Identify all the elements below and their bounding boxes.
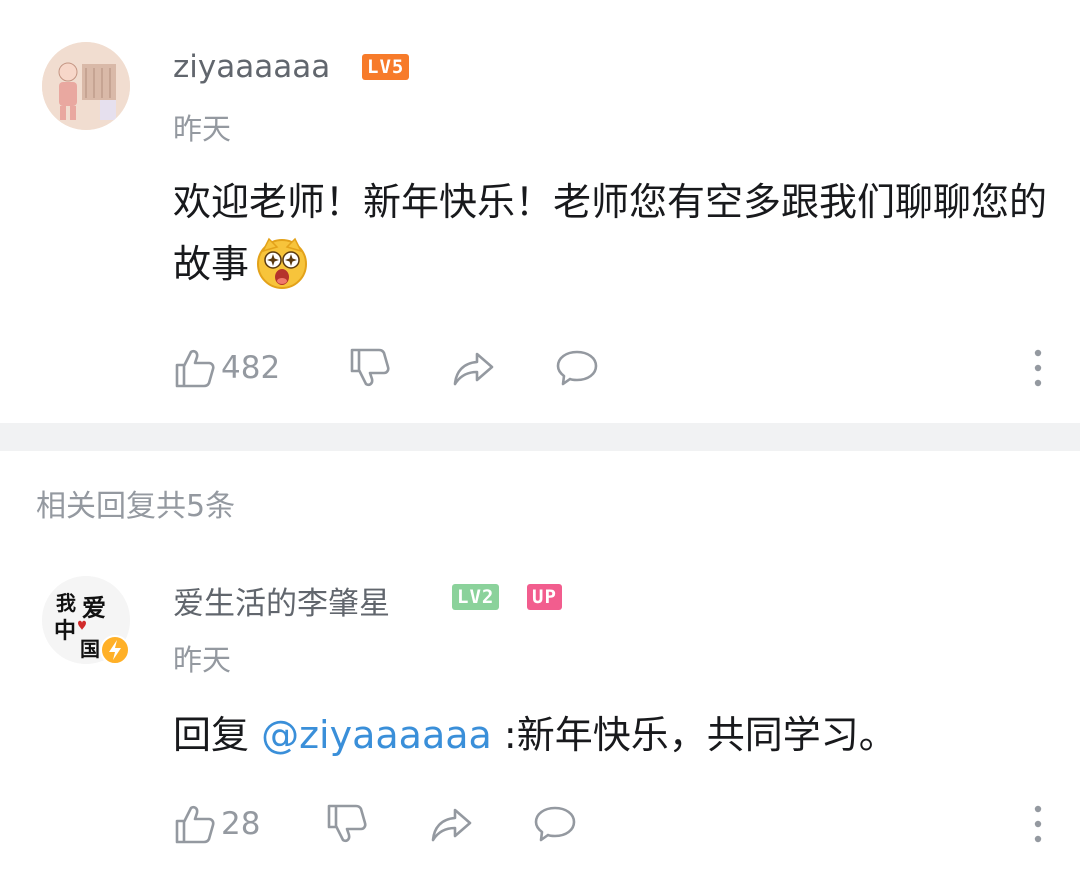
level-badge: LV2 bbox=[452, 584, 500, 610]
like-icon bbox=[175, 349, 215, 388]
reply-icon bbox=[534, 806, 576, 842]
share-button[interactable] bbox=[429, 802, 473, 846]
more-icon[interactable] bbox=[1028, 802, 1048, 846]
dislike-icon bbox=[350, 348, 390, 387]
comment-time: 昨天 bbox=[173, 643, 232, 677]
comment-item: ziyaaaaaa LV5 昨天 欢迎老师！新年快乐！老师您有空多跟我们聊聊您的… bbox=[0, 0, 1080, 423]
avatar[interactable] bbox=[42, 42, 130, 130]
reply-item: 我 爱 中 国 爱生活的李肇星 LV2 UP 昨天 回复 @ziyaaaaaa … bbox=[0, 540, 1080, 877]
dislike-button[interactable] bbox=[325, 802, 369, 846]
mention-link[interactable]: @ziyaaaaaa bbox=[261, 713, 492, 757]
avatar-char: 我 bbox=[56, 591, 76, 615]
share-icon bbox=[453, 352, 494, 386]
avatar-char: 中 bbox=[54, 618, 76, 644]
dislike-button[interactable] bbox=[348, 346, 392, 390]
verified-lightning-icon bbox=[100, 635, 130, 665]
reply-button[interactable] bbox=[555, 346, 599, 390]
like-count: 482 bbox=[221, 350, 281, 386]
comment-actions: 482 bbox=[173, 346, 1053, 390]
comment-time: 昨天 bbox=[173, 112, 232, 146]
up-badge: UP bbox=[527, 584, 562, 610]
replies-header: 相关回复共5条 bbox=[36, 489, 236, 524]
reply-button[interactable] bbox=[533, 802, 577, 846]
star-eyes-emoji-icon bbox=[253, 233, 311, 291]
reply-prefix: 回复 bbox=[173, 713, 250, 757]
username[interactable]: 爱生活的李肇星 bbox=[173, 578, 390, 623]
like-button[interactable]: 28 bbox=[173, 802, 260, 846]
comment-content: 回复 @ziyaaaaaa :新年快乐，共同学习。 bbox=[173, 705, 1053, 766]
comment-actions: 28 bbox=[173, 802, 1053, 846]
like-icon bbox=[175, 805, 215, 844]
reply-icon bbox=[556, 350, 598, 386]
avatar-char: 爱 bbox=[82, 593, 106, 622]
more-icon[interactable] bbox=[1028, 346, 1048, 390]
avatar-illustration-icon bbox=[42, 42, 130, 130]
like-button[interactable]: 482 bbox=[173, 346, 280, 390]
comment-content: 欢迎老师！新年快乐！老师您有空多跟我们聊聊您的故事 bbox=[173, 172, 1053, 295]
share-button[interactable] bbox=[451, 346, 495, 390]
level-badge: LV5 bbox=[362, 54, 410, 80]
section-divider bbox=[0, 423, 1080, 451]
comment-text: :新年快乐，共同学习。 bbox=[503, 713, 897, 757]
username[interactable]: ziyaaaaaa bbox=[173, 49, 330, 85]
like-count: 28 bbox=[221, 806, 261, 842]
dislike-icon bbox=[327, 804, 367, 843]
share-icon bbox=[431, 808, 472, 842]
avatar-char: 国 bbox=[80, 637, 100, 661]
